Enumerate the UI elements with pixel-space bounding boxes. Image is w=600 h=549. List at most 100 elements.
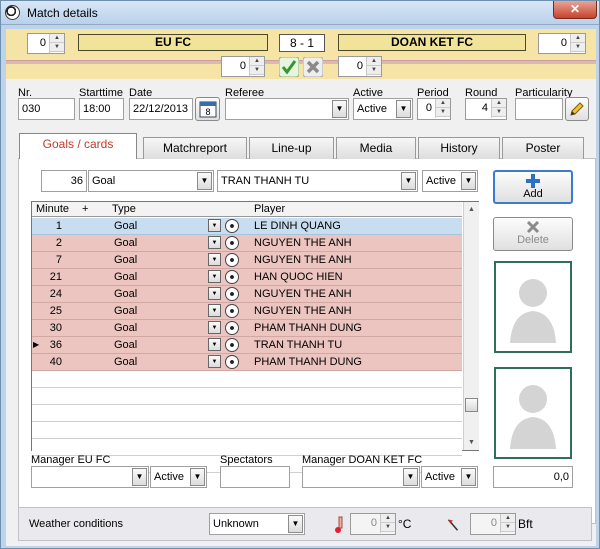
plus-icon (526, 174, 540, 188)
spin-down-icon[interactable]: ▼ (250, 66, 264, 75)
soccer-ball-icon (225, 321, 239, 335)
spin-up-icon[interactable]: ▲ (436, 99, 450, 108)
chevron-down-icon[interactable]: ▼ (288, 515, 303, 533)
tab-matchreport[interactable]: Matchreport (143, 137, 247, 159)
row-type: Goal (114, 305, 138, 317)
away-adjust-value: 0 (560, 37, 567, 49)
spin-down-icon[interactable]: ▼ (50, 43, 64, 52)
add-button[interactable]: Add (493, 170, 573, 204)
delete-label: Delete (517, 234, 549, 246)
confirm-check-icon[interactable] (279, 57, 299, 77)
round-spinner[interactable]: 4 ▲ ▼ (465, 98, 507, 120)
close-button[interactable]: ✕ (553, 1, 597, 19)
row-minute: 2 (55, 237, 62, 249)
cancel-x-icon[interactable] (303, 57, 323, 77)
date-field[interactable]: 22/12/2013 (129, 98, 193, 120)
home-extra-spinner[interactable]: 0 ▲ ▼ (221, 56, 265, 77)
away-manager-status[interactable]: Active ▼ (421, 466, 478, 488)
home-manager-select[interactable]: ▼ (31, 466, 149, 488)
table-row[interactable]: 24 Goal ▼ NGUYEN THE ANH (32, 286, 462, 303)
nr-field[interactable]: 030 (18, 98, 75, 120)
table-row[interactable]: ▶ 36 Goal ▼ TRAN THANH TU (32, 337, 462, 354)
tab-poster[interactable]: Poster (502, 137, 584, 159)
delete-button[interactable]: Delete (493, 217, 573, 251)
spin-up-icon[interactable]: ▲ (571, 34, 585, 43)
status-select[interactable]: Active ▼ (422, 170, 478, 192)
empty-row[interactable] (32, 388, 462, 405)
player-select[interactable]: TRAN THANH TU ▼ (217, 170, 418, 192)
empty-row[interactable] (32, 422, 462, 439)
wind-spinner[interactable]: 0 ▲ ▼ (470, 513, 516, 535)
chevron-down-icon[interactable]: ▼ (461, 468, 476, 486)
chevron-down-icon[interactable]: ▼ (197, 172, 212, 190)
spin-up-icon[interactable]: ▲ (381, 514, 395, 523)
table-row[interactable]: 21 Goal ▼ HAN QUOC HIEN (32, 269, 462, 286)
active-select[interactable]: Active ▼ (353, 98, 413, 120)
temperature-spinner[interactable]: 0 ▲ ▼ (350, 513, 396, 535)
amount-field[interactable]: 0,0 (493, 466, 573, 488)
table-row[interactable]: 2 Goal ▼ NGUYEN THE ANH (32, 235, 462, 252)
chevron-down-icon[interactable]: ▼ (403, 468, 418, 486)
spin-down-icon[interactable]: ▼ (381, 523, 395, 532)
spin-down-icon[interactable]: ▼ (571, 43, 585, 52)
chevron-down-icon[interactable]: ▼ (208, 270, 221, 283)
chevron-down-icon[interactable]: ▼ (208, 338, 221, 351)
chevron-down-icon[interactable]: ▼ (208, 321, 221, 334)
row-player: TRAN THANH TU (254, 339, 343, 351)
spin-down-icon[interactable]: ▼ (501, 523, 515, 532)
calendar-button[interactable]: 8 (195, 97, 220, 121)
chevron-down-icon[interactable]: ▼ (208, 236, 221, 249)
away-adjust-spinner[interactable]: 0 ▲ ▼ (538, 33, 586, 54)
referee-select[interactable]: ▼ (225, 98, 349, 120)
chevron-down-icon[interactable]: ▼ (132, 468, 147, 486)
table-row[interactable]: 40 Goal ▼ PHAM THANH DUNG (32, 354, 462, 371)
scroll-up-icon[interactable]: ▲ (464, 202, 479, 217)
tab-goals-cards[interactable]: Goals / cards (19, 133, 137, 159)
scroll-down-icon[interactable]: ▼ (464, 435, 479, 450)
chevron-down-icon[interactable]: ▼ (208, 219, 221, 232)
tab-line-up[interactable]: Line-up (249, 137, 334, 159)
spin-up-icon[interactable]: ▲ (492, 99, 506, 108)
away-extra-spinner[interactable]: 0 ▲ ▼ (338, 56, 382, 77)
chevron-down-icon[interactable]: ▼ (208, 355, 221, 368)
spin-up-icon[interactable]: ▲ (250, 57, 264, 66)
spin-up-icon[interactable]: ▲ (501, 514, 515, 523)
minute-input[interactable]: 36 (41, 170, 87, 192)
type-select[interactable]: Goal ▼ (88, 170, 214, 192)
chevron-down-icon[interactable]: ▼ (208, 253, 221, 266)
spin-up-icon[interactable]: ▲ (367, 57, 381, 66)
spin-up-icon[interactable]: ▲ (50, 34, 64, 43)
table-row[interactable]: 25 Goal ▼ NGUYEN THE ANH (32, 303, 462, 320)
chevron-down-icon[interactable]: ▼ (401, 172, 416, 190)
grid-scrollbar[interactable]: ▲ ▼ (463, 202, 479, 450)
spin-down-icon[interactable]: ▼ (492, 108, 506, 117)
starttime-field[interactable]: 18:00 (79, 98, 124, 120)
home-adjust-spinner[interactable]: 0 ▲ ▼ (27, 33, 65, 54)
particularity-field[interactable] (515, 98, 563, 120)
spin-down-icon[interactable]: ▼ (367, 66, 381, 75)
spectators-field[interactable] (220, 466, 290, 488)
scroll-thumb[interactable] (465, 398, 478, 412)
tab-history[interactable]: History (418, 137, 500, 159)
chevron-down-icon[interactable]: ▼ (208, 304, 221, 317)
empty-row[interactable] (32, 371, 462, 388)
edit-particularity-button[interactable] (565, 97, 589, 121)
chevron-down-icon[interactable]: ▼ (332, 100, 347, 118)
away-manager-select[interactable]: ▼ (302, 466, 420, 488)
person-silhouette-icon (510, 385, 556, 449)
table-row[interactable]: 30 Goal ▼ PHAM THANH DUNG (32, 320, 462, 337)
table-row[interactable]: 7 Goal ▼ NGUYEN THE ANH (32, 252, 462, 269)
chevron-down-icon[interactable]: ▼ (190, 468, 205, 486)
title-bar[interactable]: Match details ✕ (1, 1, 599, 25)
chevron-down-icon[interactable]: ▼ (396, 100, 411, 118)
chevron-down-icon[interactable]: ▼ (461, 172, 476, 190)
tab-media[interactable]: Media (336, 137, 416, 159)
goals-grid[interactable]: Minute + Type Player 1 Goal ▼ LE DINH QUANG… (31, 201, 479, 473)
period-spinner[interactable]: 0 ▲ ▼ (417, 98, 451, 120)
weather-select[interactable]: Unknown ▼ (209, 513, 305, 535)
empty-row[interactable] (32, 405, 462, 422)
table-row[interactable]: 1 Goal ▼ LE DINH QUANG (32, 218, 462, 235)
home-manager-status[interactable]: Active ▼ (150, 466, 207, 488)
spin-down-icon[interactable]: ▼ (436, 108, 450, 117)
chevron-down-icon[interactable]: ▼ (208, 287, 221, 300)
